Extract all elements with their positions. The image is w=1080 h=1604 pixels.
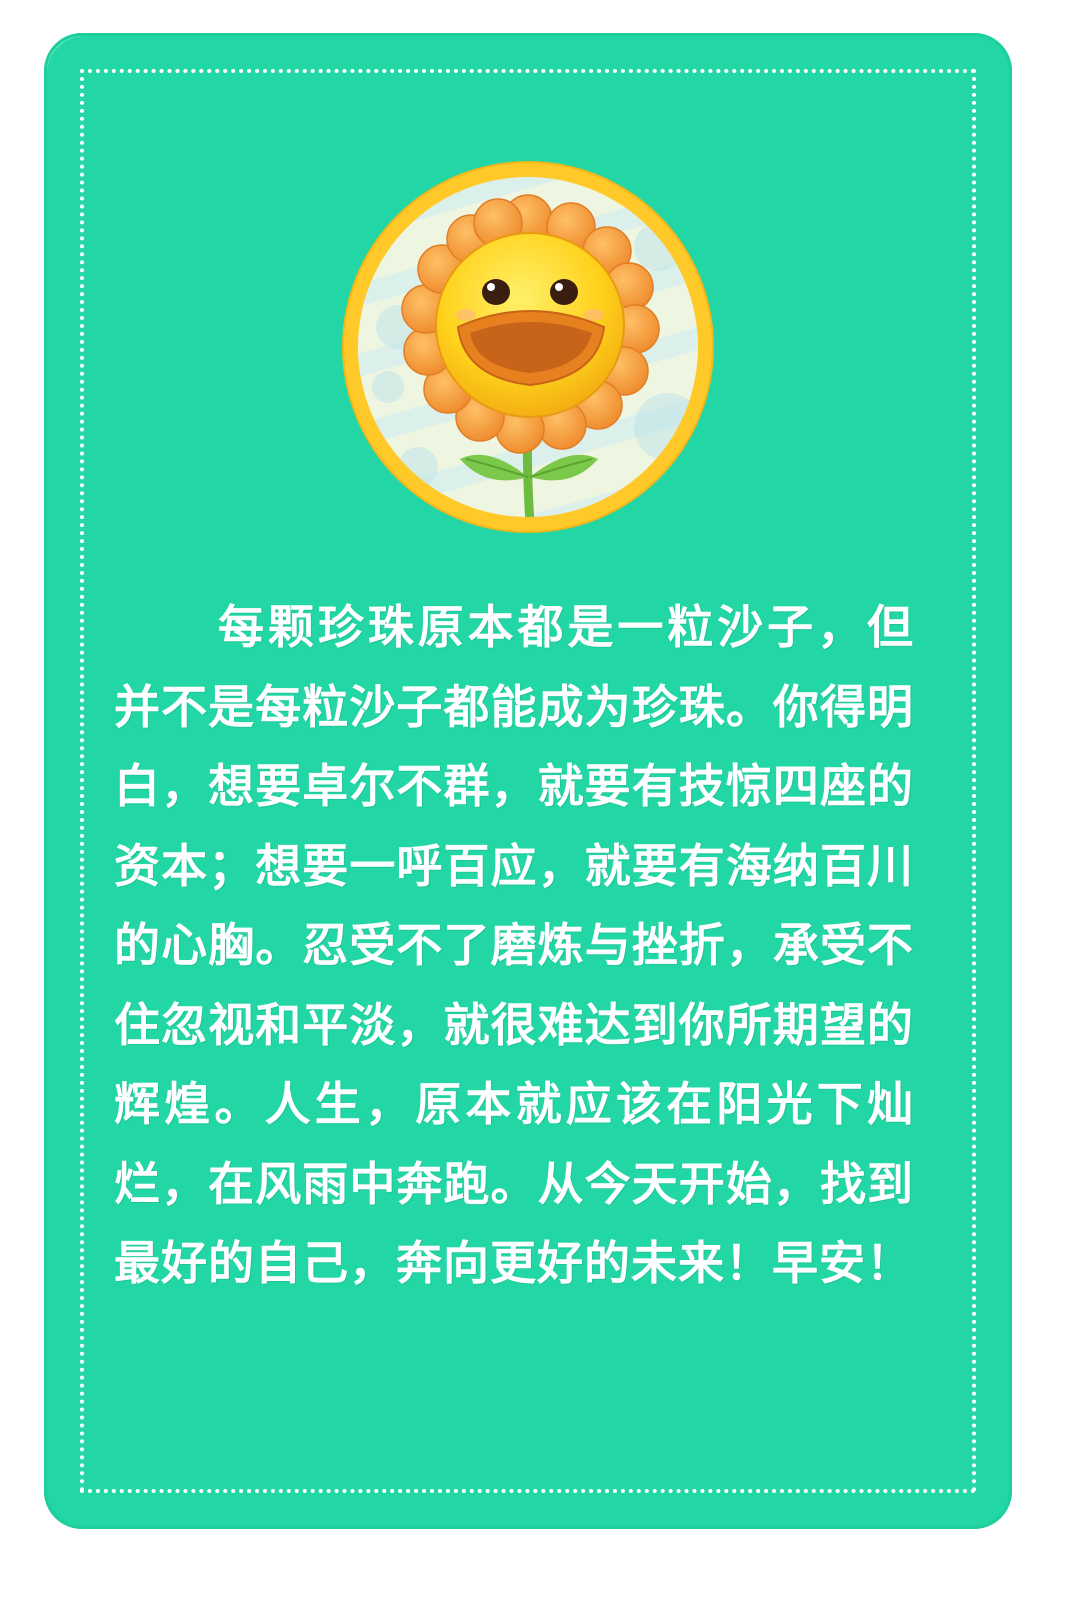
quote-card: 每颗珍珠原本都是一粒沙子，但并不是每粒沙子都能成为珍珠。你得明白，想要卓尔不群，… <box>44 33 1012 1529</box>
quote-text: 每颗珍珠原本都是一粒沙子，但并不是每粒沙子都能成为珍珠。你得明白，想要卓尔不群，… <box>114 600 914 1290</box>
sunflower-avatar <box>344 163 712 531</box>
sunflower-icon <box>358 177 698 517</box>
